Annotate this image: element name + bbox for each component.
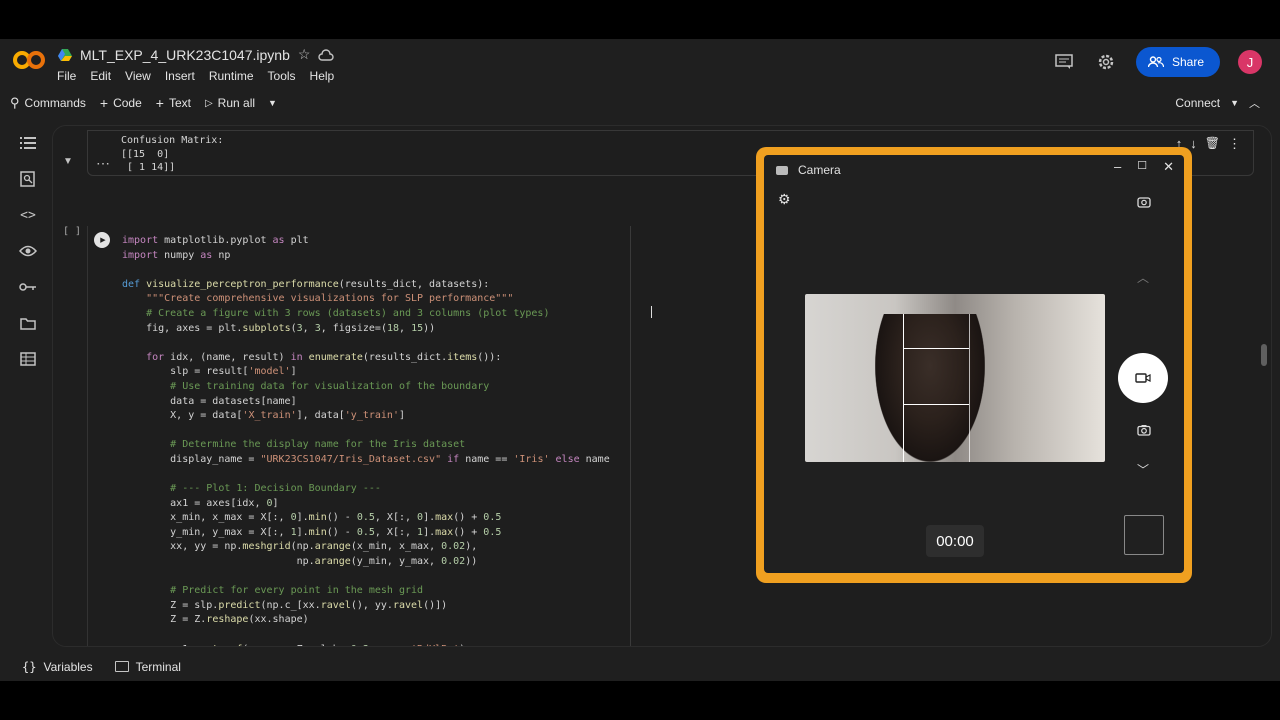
terminal-icon <box>114 661 129 672</box>
colab-logo[interactable] <box>12 49 46 71</box>
more-vert-icon[interactable]: ⋮ <box>1228 136 1241 152</box>
recording-timer: 00:00 <box>926 525 984 557</box>
braces-icon: {} <box>22 659 37 674</box>
close-icon[interactable]: ✕ <box>1163 159 1174 175</box>
framing-grid-line <box>969 314 970 462</box>
camera-window: Camera – ☐ ✕ ⚙ ︿ ﹀ 00:00 <box>756 147 1192 583</box>
folder-icon[interactable] <box>16 311 40 335</box>
avatar[interactable]: J <box>1238 50 1262 74</box>
comments-icon[interactable] <box>1052 50 1076 74</box>
output-menu-icon[interactable]: ⋯ <box>96 155 110 172</box>
header-actions: Share J <box>1052 47 1262 77</box>
menu-bar: File Edit View Insert Runtime Tools Help <box>57 69 334 83</box>
window-controls: – ☐ ✕ <box>1114 159 1174 175</box>
connect-area: Connect ▼ ︿ <box>1175 95 1260 111</box>
share-label: Share <box>1171 55 1204 69</box>
menu-view[interactable]: View <box>125 69 151 83</box>
table-icon[interactable] <box>16 347 40 371</box>
search-icon: ⚲ <box>10 95 20 110</box>
record-video-button[interactable] <box>1118 353 1168 403</box>
scrollbar[interactable] <box>1261 344 1267 366</box>
variables-label: Variables <box>43 659 93 674</box>
camera-titlebar: Camera <box>776 163 841 177</box>
move-down-icon[interactable]: ↓ <box>1190 136 1197 152</box>
minimize-icon[interactable]: – <box>1114 159 1121 175</box>
plus-icon: + <box>99 95 109 111</box>
chevron-down-icon[interactable]: ﹀ <box>1137 461 1149 478</box>
left-rail: <> <box>0 125 56 383</box>
commands-label: Commands <box>24 96 86 110</box>
secrets-eye-icon[interactable] <box>16 239 40 263</box>
cloud-icon[interactable] <box>318 48 335 61</box>
gear-icon[interactable] <box>1094 50 1118 74</box>
menu-file[interactable]: File <box>57 69 76 83</box>
chevron-up-icon[interactable]: ︿ <box>1249 95 1260 111</box>
output-line: Confusion Matrix: <box>121 135 224 146</box>
camera-title: Camera <box>798 163 841 177</box>
mouse-cursor <box>651 306 652 318</box>
drive-icon <box>58 48 72 61</box>
execution-count: [ ] <box>63 226 82 237</box>
variables-button[interactable]: {} Variables <box>22 660 93 674</box>
camera-app-icon <box>776 165 788 175</box>
menu-help[interactable]: Help <box>310 69 335 83</box>
notebook-title[interactable]: MLT_EXP_4_URK23C1047.ipynb <box>80 47 290 63</box>
chevron-up-icon[interactable]: ︿ <box>1137 269 1149 286</box>
last-capture-thumbnail[interactable] <box>1124 515 1164 555</box>
play-icon: ▷ <box>204 97 213 109</box>
notebook-toolbar: ⚲ Commands + Code + Text ▷ Run all ▼ <box>10 91 277 115</box>
framing-grid-line <box>903 314 904 462</box>
delete-icon[interactable]: 🗑 <box>1205 136 1220 152</box>
menu-runtime[interactable]: Runtime <box>209 69 254 83</box>
settings-gear-icon[interactable]: ⚙ <box>778 191 791 208</box>
switch-camera-icon[interactable] <box>1137 195 1151 213</box>
maximize-icon[interactable]: ☐ <box>1137 159 1147 175</box>
terminal-label: Terminal <box>135 659 181 674</box>
chevron-down-icon[interactable]: ▼ <box>268 98 277 108</box>
output-line: [[15 0] <box>121 148 170 160</box>
code-snippets-icon[interactable]: <> <box>16 203 40 227</box>
cell-output: Confusion Matrix: [[15 0] [ 1 14]] <box>121 134 223 175</box>
title-row: MLT_EXP_4_URK23C1047.ipynb ☆ <box>58 46 335 63</box>
menu-insert[interactable]: Insert <box>165 69 195 83</box>
add-text-label: Text <box>168 96 191 110</box>
photo-mode-icon[interactable] <box>1137 423 1151 441</box>
share-button[interactable]: Share <box>1135 47 1220 77</box>
video-camera-icon <box>1135 373 1151 383</box>
terminal-button[interactable]: Terminal <box>114 659 181 674</box>
bottom-bar: {} Variables Terminal <box>0 652 1280 681</box>
line-length-ruler <box>630 226 631 646</box>
connect-button[interactable]: Connect <box>1175 96 1220 110</box>
menu-tools[interactable]: Tools <box>268 69 296 83</box>
framing-grid-line <box>903 348 969 349</box>
collapse-chevron-icon[interactable]: ▼ <box>63 156 73 167</box>
output-line: [ 1 14]] <box>121 162 176 173</box>
framing-grid-line <box>903 404 969 405</box>
chevron-down-icon[interactable]: ▼ <box>1230 98 1239 108</box>
add-code-button[interactable]: + Code <box>100 95 142 111</box>
toc-icon[interactable] <box>16 131 40 155</box>
code-editor[interactable]: import matplotlib.pyplot as plt import n… <box>122 234 610 646</box>
plus-icon: + <box>155 95 164 111</box>
run-all-button[interactable]: ▷ Run all ▼ <box>205 96 277 110</box>
people-icon <box>1147 56 1164 68</box>
add-text-button[interactable]: + Text <box>156 95 191 111</box>
star-icon[interactable]: ☆ <box>298 46 311 63</box>
commands-button[interactable]: ⚲ Commands <box>10 95 86 111</box>
camera-preview <box>805 294 1105 462</box>
camera-panel: Camera – ☐ ✕ ⚙ ︿ ﹀ 00:00 <box>764 155 1184 573</box>
key-icon[interactable] <box>16 275 40 299</box>
run-all-label: Run all <box>217 96 256 110</box>
add-code-label: Code <box>113 96 142 110</box>
menu-edit[interactable]: Edit <box>90 69 111 83</box>
find-icon[interactable] <box>16 167 40 191</box>
